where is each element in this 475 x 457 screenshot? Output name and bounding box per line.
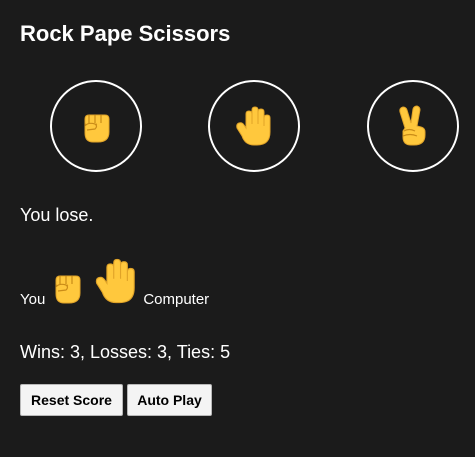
last-moves: You Computer (20, 255, 209, 311)
reset-score-button[interactable]: Reset Score (20, 384, 123, 416)
page-title: Rock Pape Scissors (20, 21, 231, 46)
computer-move-paper-icon (91, 255, 141, 311)
paper-button[interactable] (208, 80, 300, 172)
player-move-rock-icon (47, 267, 87, 311)
raised-hand-icon (236, 106, 271, 146)
result-text: You lose. (20, 205, 94, 225)
score-text: Wins: 3, Losses: 3, Ties: 5 (20, 342, 231, 362)
auto-play-button[interactable]: Auto Play (127, 384, 212, 416)
victory-hand-icon (399, 105, 426, 146)
scissors-button[interactable] (367, 80, 459, 172)
raised-fist-icon (84, 114, 110, 143)
computer-label: Computer (143, 291, 210, 308)
rock-button[interactable] (50, 80, 142, 172)
player-label: You (20, 291, 46, 308)
